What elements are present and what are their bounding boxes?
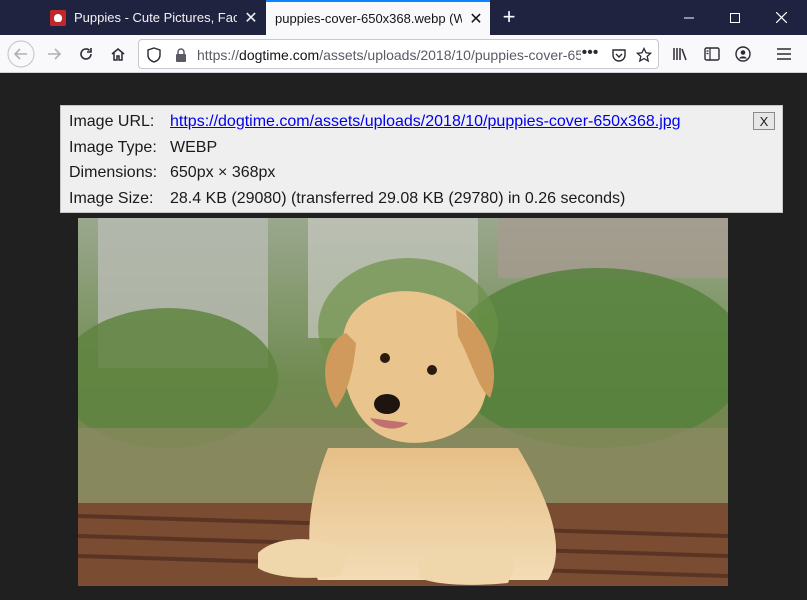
url-text[interactable]: https://dogtime.com/assets/uploads/2018/… — [197, 47, 581, 63]
title-bar: Puppies - Cute Pictures, Facts, a ✕ pupp… — [0, 0, 807, 35]
close-window-button[interactable] — [758, 0, 804, 35]
close-info-button[interactable]: X — [753, 112, 775, 130]
image-url-label: Image URL: — [69, 113, 155, 130]
maximize-button[interactable] — [712, 0, 758, 35]
tab-image[interactable]: puppies-cover-650x368.webp (WEB ✕ — [266, 0, 490, 35]
home-icon — [111, 48, 125, 61]
tab-title: Puppies - Cute Pictures, Facts, a — [74, 10, 237, 25]
minimize-button[interactable] — [666, 0, 712, 35]
close-icon — [775, 12, 787, 23]
minimize-icon — [684, 17, 694, 18]
reload-icon — [80, 48, 92, 60]
menu-button[interactable] — [769, 39, 799, 69]
forward-button[interactable] — [39, 39, 69, 69]
dimensions-value: 650px × 368px — [170, 164, 276, 181]
image-type-value: WEBP — [170, 139, 218, 156]
image-size-value: 28.4 KB (29080) (transferred 29.08 KB (2… — [170, 190, 626, 207]
forward-arrow-icon — [48, 48, 62, 60]
hamburger-menu-icon — [777, 48, 791, 60]
account-button[interactable] — [728, 39, 758, 69]
navigation-toolbar: https://dogtime.com/assets/uploads/2018/… — [0, 35, 807, 73]
back-button[interactable] — [6, 39, 36, 69]
account-icon — [735, 46, 751, 62]
close-tab-icon[interactable]: ✕ — [237, 8, 265, 28]
image-type-label: Image Type: — [69, 139, 157, 156]
tab-title: puppies-cover-650x368.webp (WEB — [275, 11, 462, 26]
tab-puppies[interactable]: Puppies - Cute Pictures, Facts, a ✕ — [40, 0, 265, 35]
tracking-protection-icon[interactable] — [146, 47, 162, 63]
dimensions-label: Dimensions: — [69, 164, 158, 181]
maximize-icon — [730, 12, 740, 23]
url-prefix: https:// — [197, 47, 240, 63]
image-url-link[interactable]: https://dogtime.com/assets/uploads/2018/… — [170, 113, 681, 131]
bookmark-star-icon[interactable] — [636, 47, 652, 63]
reload-button[interactable] — [71, 39, 101, 69]
lock-icon[interactable] — [173, 47, 189, 63]
url-path: /assets/uploads/2018/10/puppies-cover-65… — [319, 47, 581, 63]
library-button[interactable] — [666, 39, 696, 69]
back-arrow-icon — [7, 40, 35, 68]
image-info-panel: Image URL: https://dogtime.com/assets/up… — [60, 105, 783, 213]
page-actions-icon[interactable]: ••• — [582, 44, 599, 61]
pocket-icon[interactable] — [611, 47, 627, 63]
sidebar-icon — [704, 47, 720, 61]
close-tab-icon[interactable]: ✕ — [462, 9, 490, 29]
url-bar[interactable]: https://dogtime.com/assets/uploads/2018/… — [138, 39, 659, 69]
sidebar-button[interactable] — [697, 39, 727, 69]
url-domain: dogtime.com — [239, 47, 320, 63]
library-icon — [673, 48, 687, 61]
image-size-label: Image Size: — [69, 190, 154, 207]
puppy-image — [78, 218, 728, 586]
home-button[interactable] — [103, 39, 133, 69]
new-tab-button[interactable]: + — [496, 4, 522, 30]
dogtime-favicon-icon — [50, 9, 66, 26]
